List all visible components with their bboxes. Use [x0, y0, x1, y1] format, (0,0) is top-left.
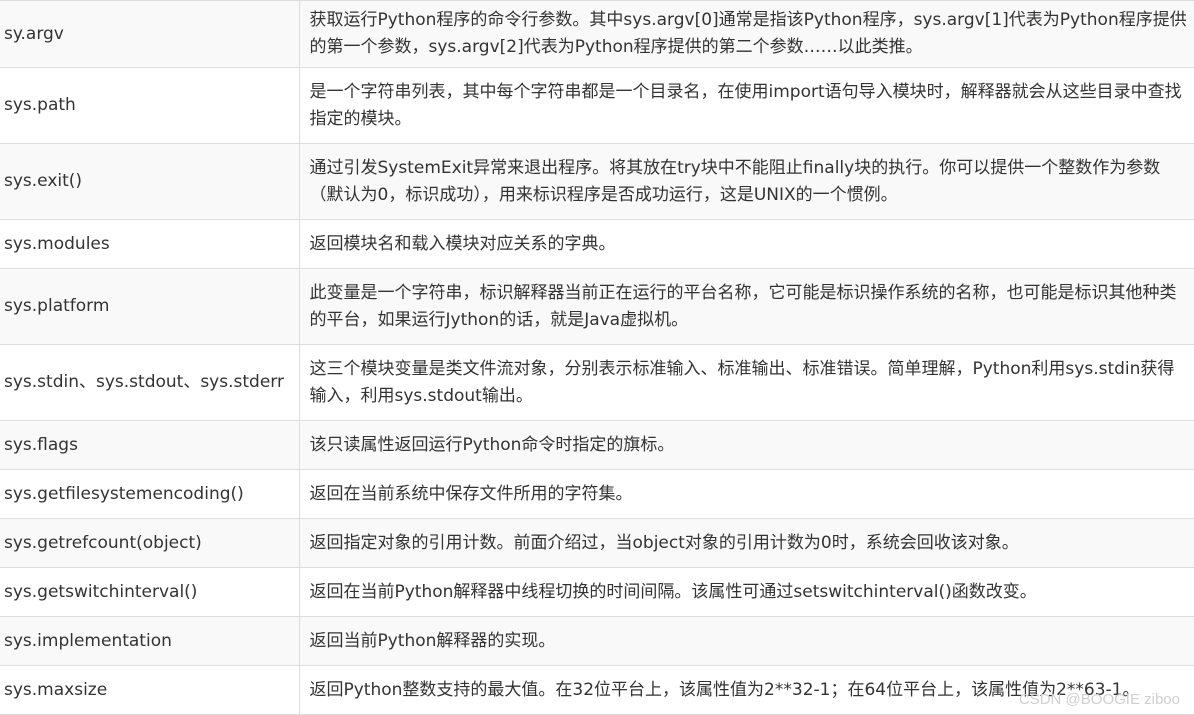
table-row: sy.argv 获取运行Python程序的命令行参数。其中sys.argv[0]…: [0, 0, 1194, 68]
attr-desc: 返回在当前系统中保存文件所用的字符集。: [299, 469, 1194, 519]
attr-desc: 通过引发SystemExit异常来退出程序。将其放在try块中不能阻止final…: [299, 143, 1194, 220]
attr-name: sys.flags: [0, 420, 300, 470]
attr-desc: 这三个模块变量是类文件流对象，分别表示标准输入、标准输出、标准错误。简单理解，P…: [299, 344, 1194, 421]
attr-name: sys.getfilesystemencoding(): [0, 469, 300, 519]
attr-desc: 是一个字符串列表，其中每个字符串都是一个目录名，在使用import语句导入模块时…: [299, 67, 1194, 144]
attr-desc: 返回在当前Python解释器中线程切换的时间间隔。该属性可通过setswitch…: [299, 567, 1194, 617]
table-row: sys.maxsize 返回Python整数支持的最大值。在32位平台上，该属性…: [0, 665, 1194, 715]
attr-name: sys.getswitchinterval(): [0, 567, 300, 617]
attr-name: sys.getrefcount(object): [0, 518, 300, 568]
table-row: sys.stdin、sys.stdout、sys.stderr 这三个模块变量是…: [0, 344, 1194, 421]
table-row: sys.path 是一个字符串列表，其中每个字符串都是一个目录名，在使用impo…: [0, 67, 1194, 144]
attr-name: sys.maxsize: [0, 665, 300, 715]
attr-desc: 该只读属性返回运行Python命令时指定的旗标。: [299, 420, 1194, 470]
attr-name: sys.platform: [0, 268, 300, 345]
sys-attributes-table: sy.argv 获取运行Python程序的命令行参数。其中sys.argv[0]…: [0, 0, 1194, 715]
table-row: sys.getfilesystemencoding() 返回在当前系统中保存文件…: [0, 469, 1194, 519]
attr-desc: 返回指定对象的引用计数。前面介绍过，当object对象的引用计数为0时，系统会回…: [299, 518, 1194, 568]
attr-name: sys.modules: [0, 219, 300, 269]
attr-desc: 获取运行Python程序的命令行参数。其中sys.argv[0]通常是指该Pyt…: [299, 0, 1194, 68]
attr-desc: 返回模块名和载入模块对应关系的字典。: [299, 219, 1194, 269]
attr-desc: 此变量是一个字符串，标识解释器当前正在运行的平台名称，它可能是标识操作系统的名称…: [299, 268, 1194, 345]
attr-name: sys.path: [0, 67, 300, 144]
attr-name: sys.implementation: [0, 616, 300, 666]
attr-name: sys.exit(): [0, 143, 300, 220]
attr-name: sy.argv: [0, 0, 300, 68]
table-row: sys.platform 此变量是一个字符串，标识解释器当前正在运行的平台名称，…: [0, 268, 1194, 345]
table-row: sys.modules 返回模块名和载入模块对应关系的字典。: [0, 219, 1194, 269]
table-row: sys.flags 该只读属性返回运行Python命令时指定的旗标。: [0, 420, 1194, 470]
table-row: sys.getswitchinterval() 返回在当前Python解释器中线…: [0, 567, 1194, 617]
attr-name: sys.stdin、sys.stdout、sys.stderr: [0, 344, 300, 421]
watermark: CSDN @BOOGIE ziboo: [1018, 691, 1180, 708]
table-row: sys.getrefcount(object) 返回指定对象的引用计数。前面介绍…: [0, 518, 1194, 568]
table-row: sys.exit() 通过引发SystemExit异常来退出程序。将其放在try…: [0, 143, 1194, 220]
table-row: sys.implementation 返回当前Python解释器的实现。: [0, 616, 1194, 666]
attr-desc: 返回当前Python解释器的实现。: [299, 616, 1194, 666]
